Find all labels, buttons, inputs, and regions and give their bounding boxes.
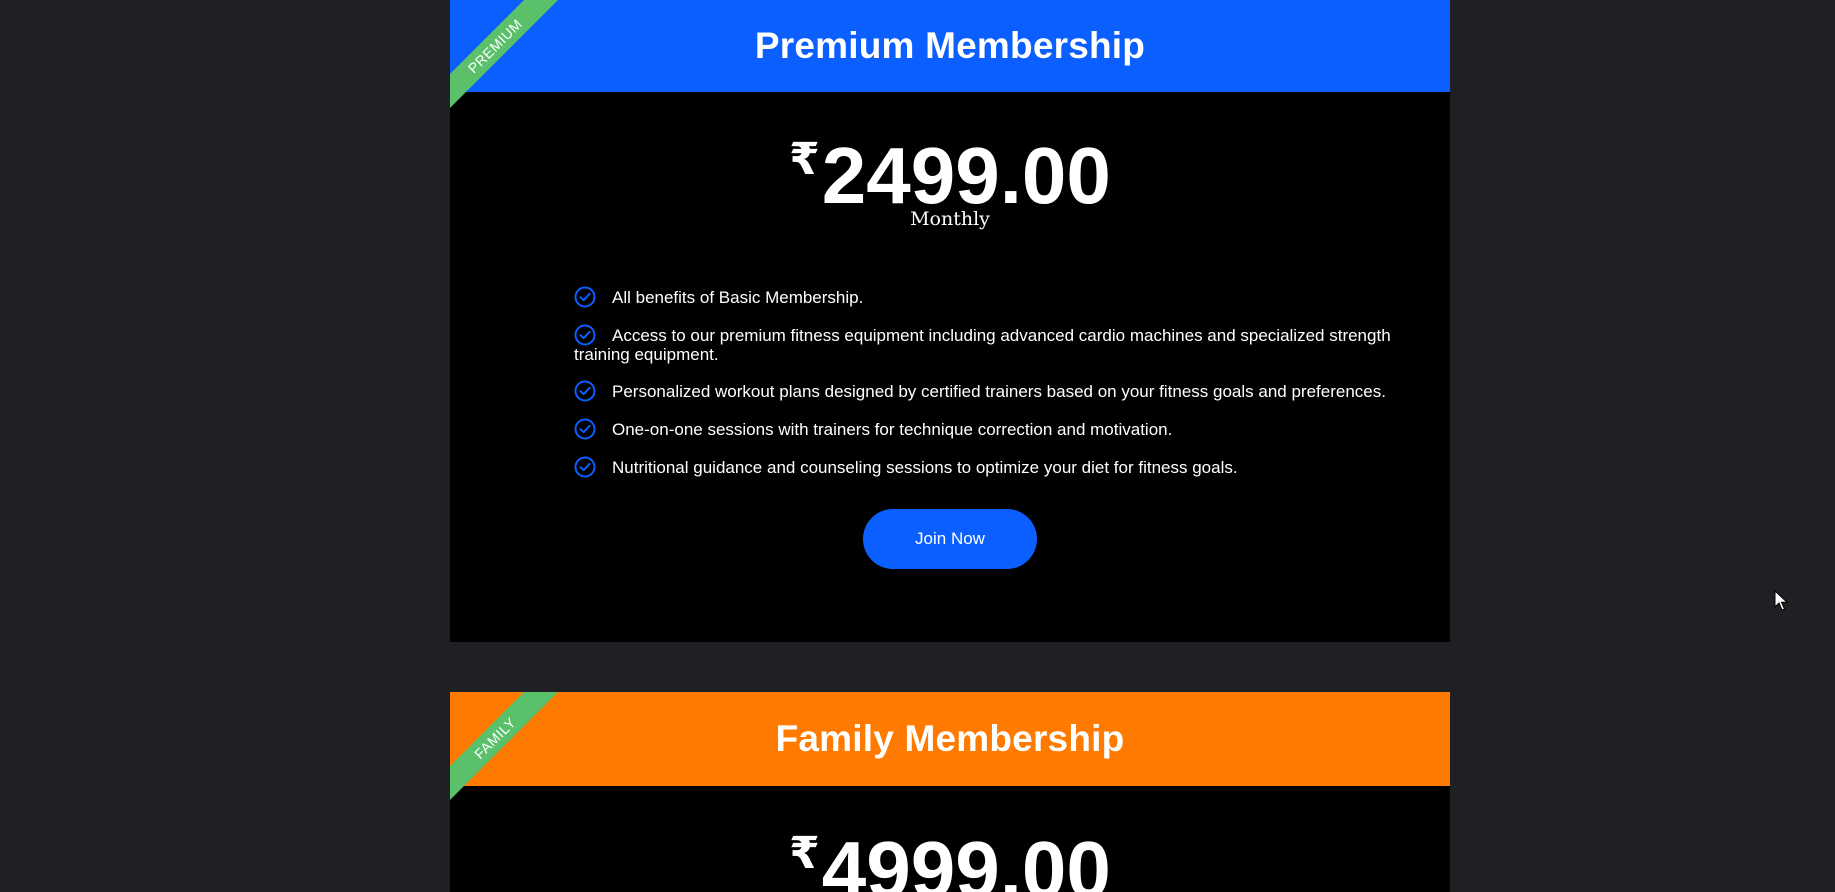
- check-circle-icon: [574, 380, 596, 402]
- premium-billing-period: Monthly: [910, 208, 990, 230]
- family-card-header: FAMILY Family Membership: [450, 692, 1450, 814]
- premium-price-amount: 2499.00: [821, 131, 1111, 220]
- feature-text: Access to our premium fitness equipment …: [574, 326, 1391, 364]
- premium-feature-list: All benefits of Basic Membership. Access…: [450, 286, 1434, 478]
- join-now-button[interactable]: Join Now: [863, 509, 1037, 569]
- check-circle-icon: [574, 324, 596, 346]
- family-ribbon-wrap: FAMILY: [450, 692, 580, 822]
- check-circle-icon: [574, 418, 596, 440]
- feature-item: Access to our premium fitness equipment …: [574, 324, 1434, 364]
- feature-text: Nutritional guidance and counseling sess…: [612, 458, 1238, 477]
- family-ribbon: FAMILY: [450, 692, 571, 814]
- family-currency-symbol: ₹: [789, 829, 820, 878]
- feature-text: One-on-one sessions with trainers for te…: [612, 420, 1173, 439]
- premium-card-title: Premium Membership: [754, 25, 1146, 66]
- premium-price-block: ₹ 2499.00 Monthly: [450, 136, 1450, 231]
- family-price-block: ₹ 4999.00: [450, 830, 1450, 892]
- family-card-title: Family Membership: [775, 718, 1125, 759]
- mouse-pointer-icon: [1774, 590, 1789, 611]
- premium-card-header: PREMIUM Premium Membership: [450, 0, 1450, 122]
- feature-item: All benefits of Basic Membership.: [574, 286, 1434, 308]
- premium-ribbon: PREMIUM: [450, 0, 571, 122]
- family-price-amount: 4999.00: [821, 825, 1111, 892]
- feature-text: Personalized workout plans designed by c…: [612, 382, 1386, 401]
- family-membership-card: FAMILY Family Membership ₹ 4999.00: [450, 692, 1450, 892]
- premium-membership-card: PREMIUM Premium Membership ₹ 2499.00 Mon…: [450, 0, 1450, 642]
- premium-currency-symbol: ₹: [789, 135, 820, 184]
- family-price: ₹ 4999.00: [789, 830, 1111, 892]
- feature-text: All benefits of Basic Membership.: [612, 288, 864, 307]
- premium-price: ₹ 2499.00: [789, 136, 1111, 216]
- feature-item: One-on-one sessions with trainers for te…: [574, 418, 1434, 440]
- premium-ribbon-wrap: PREMIUM: [450, 0, 580, 130]
- check-circle-icon: [574, 286, 596, 308]
- feature-item: Personalized workout plans designed by c…: [574, 380, 1434, 402]
- feature-item: Nutritional guidance and counseling sess…: [574, 456, 1434, 478]
- check-circle-icon: [574, 456, 596, 478]
- join-button-wrap: Join Now: [450, 509, 1450, 569]
